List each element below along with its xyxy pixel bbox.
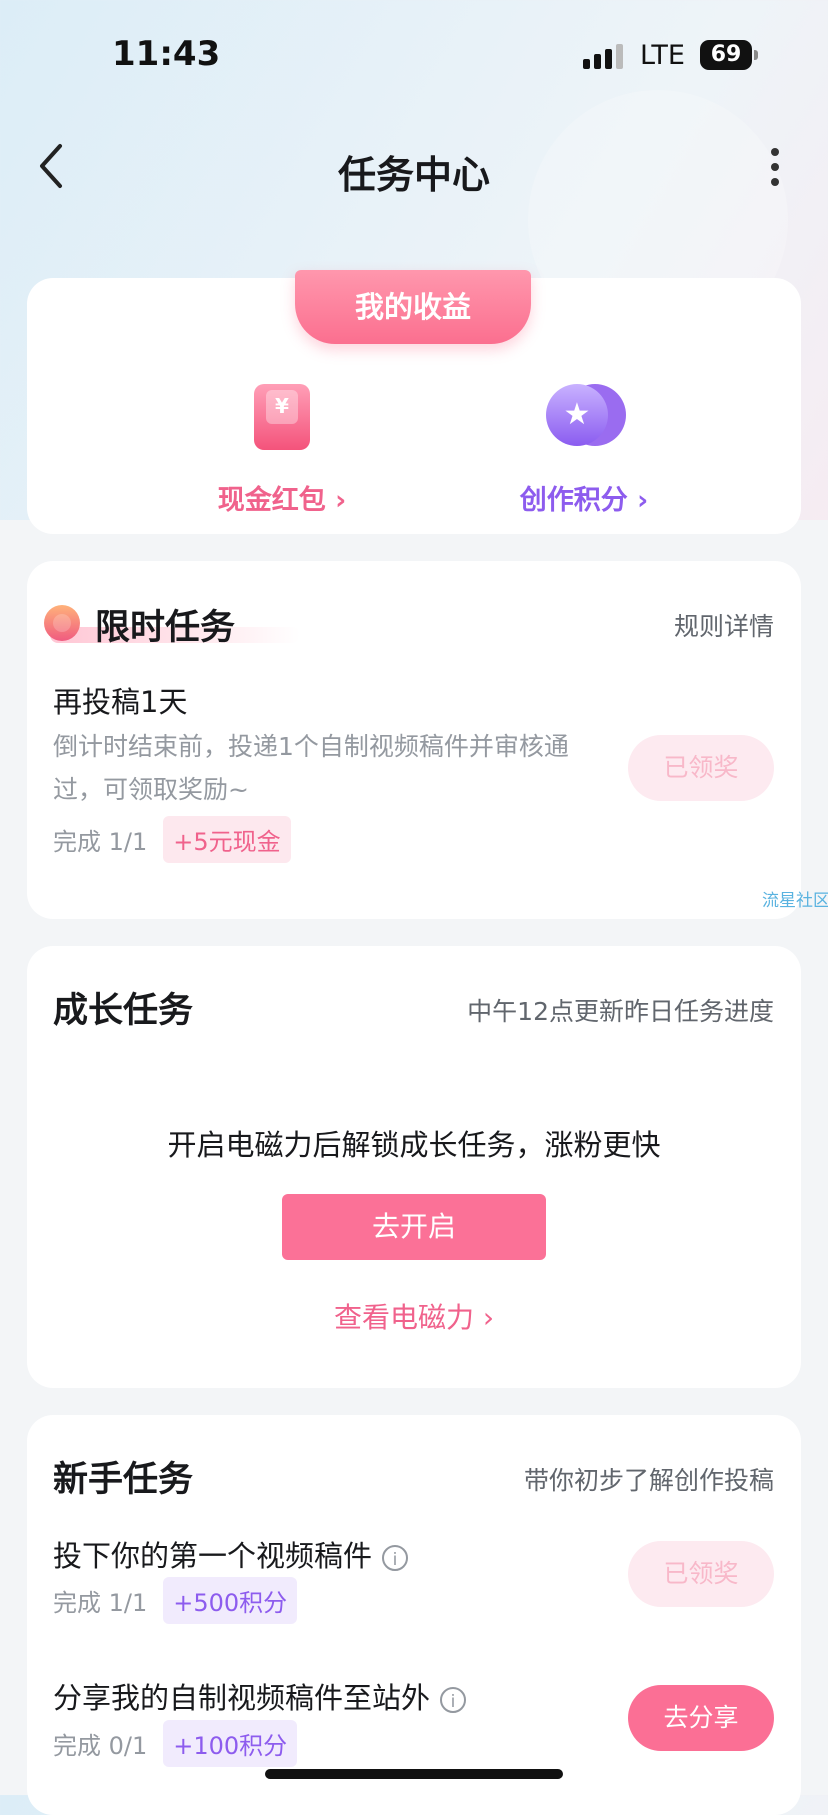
share-button[interactable]: 去分享 (628, 1685, 774, 1751)
list-item-title: 分享我的自制视频稿件至站外 i (53, 1675, 467, 1717)
newbie-task-title: 新手任务 (53, 1460, 194, 1500)
home-indicator[interactable] (265, 1769, 563, 1779)
task-progress-row: 完成 1/1 +5元现金 (53, 816, 291, 863)
view-electromagnetic-link[interactable]: 查看电磁力 › (27, 1296, 801, 1336)
watermark: 流星社区 (762, 891, 828, 911)
list-item-title: 投下你的第一个视频稿件 i (53, 1533, 409, 1575)
task-reward-badge: +100积分 (163, 1720, 298, 1767)
claimed-button[interactable]: 已领奖 (628, 1541, 774, 1607)
newbie-task-card: 新手任务 带你初步了解创作投稿 投下你的第一个视频稿件 i 完成 1/1 +500积… (27, 1415, 801, 1815)
enable-button[interactable]: 去开启 (282, 1194, 546, 1260)
creation-points-entry[interactable]: ★ 创作积分 › (484, 384, 684, 517)
growth-task-note: 中午12点更新昨日任务进度 (467, 997, 774, 1026)
task-title: 再投稿1天 (53, 685, 188, 719)
red-packet-icon: ¥ (254, 384, 310, 450)
task-progress: 完成 1/1 (53, 828, 148, 856)
yuan-glyph: ¥ (266, 390, 298, 424)
growth-task-card: 成长任务 中午12点更新昨日任务进度 开启电磁力后解锁成长任务，涨粉更快 去开启… (27, 946, 801, 1388)
growth-task-title: 成长任务 (53, 991, 194, 1031)
list-item-progress-row: 完成 0/1 +100积分 (53, 1720, 298, 1767)
info-icon[interactable]: i (382, 1545, 409, 1571)
limited-task-card: 限时任务 规则详情 再投稿1天 倒计时结束前，投递1个自制视频稿件并审核通过，可… (27, 561, 801, 919)
task-reward-badge: +500积分 (163, 1577, 298, 1624)
battery-tip (754, 50, 758, 60)
alarm-clock-icon (44, 605, 80, 641)
cash-redpacket-label: 现金红包 › (217, 485, 347, 516)
limited-task-title: 限时任务 (95, 608, 236, 648)
signal-icon (583, 44, 623, 69)
task-progress: 完成 0/1 (53, 1732, 148, 1760)
battery-icon: 69 (700, 40, 752, 70)
page-title: 任务中心 (337, 153, 490, 197)
earnings-card: 我的收益 ¥ 现金红包 › ★ 创作积分 › (27, 270, 801, 534)
task-progress: 完成 1/1 (53, 1589, 148, 1617)
creation-points-label: 创作积分 › (519, 485, 649, 516)
info-icon[interactable]: i (440, 1687, 467, 1713)
task-description: 倒计时结束前，投递1个自制视频稿件并审核通过，可领取奖励~ (53, 732, 569, 804)
more-options-icon[interactable] (768, 148, 782, 188)
cash-redpacket-entry[interactable]: ¥ 现金红包 › (182, 384, 382, 517)
list-item-progress-row: 完成 1/1 +500积分 (53, 1577, 298, 1624)
newbie-task-note: 带你初步了解创作投稿 (523, 1466, 774, 1495)
task-reward-badge: +5元现金 (163, 816, 291, 863)
growth-unlock-message: 开启电磁力后解锁成长任务，涨粉更快 (167, 1128, 661, 1162)
rules-link[interactable]: 规则详情 (674, 607, 774, 643)
status-time: 11:43 (112, 34, 221, 74)
network-type: LTE (640, 40, 685, 71)
star-coin-icon: ★ (544, 384, 626, 450)
claimed-button[interactable]: 已领奖 (628, 735, 774, 801)
earnings-tab-label: 我的收益 (295, 270, 531, 344)
